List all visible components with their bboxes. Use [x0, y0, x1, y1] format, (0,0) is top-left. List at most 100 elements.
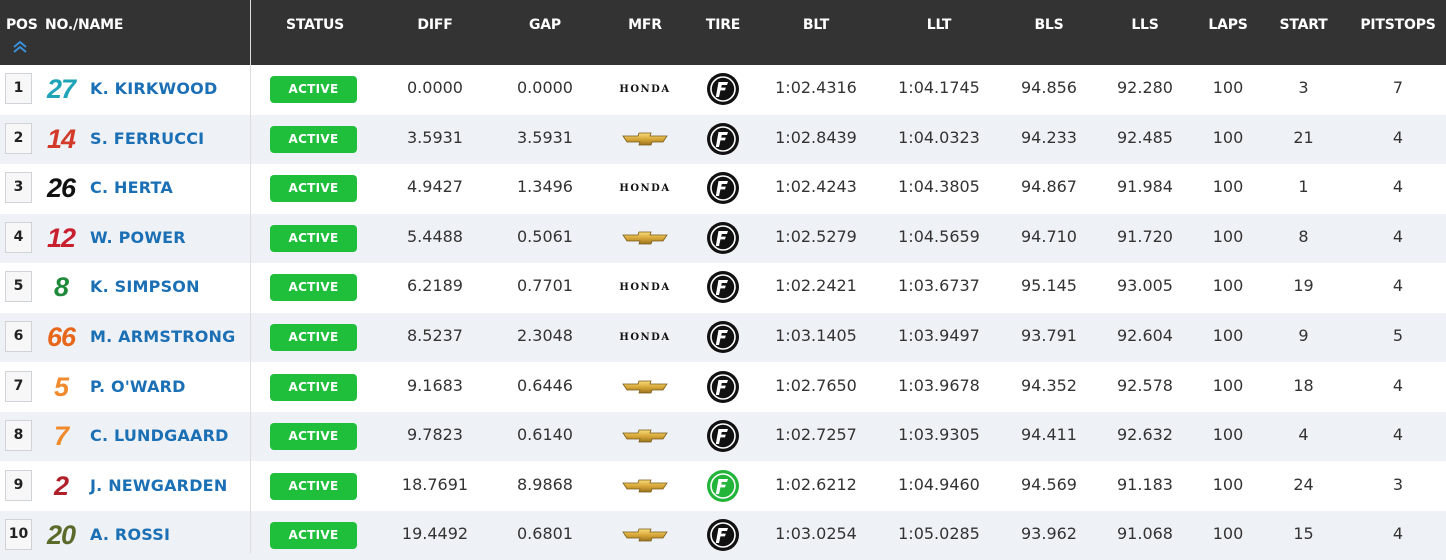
tire-primary-black-icon — [706, 518, 740, 552]
cell-diff: 5.4488 — [407, 226, 463, 246]
cell-bls: 94.233 — [1021, 127, 1077, 147]
table-row[interactable]: 2 14 S. FERRUCCI ACTIVE 3.5931 3.5931 1:02.843… — [0, 114, 1446, 164]
table-row[interactable]: 5 8 K. SIMPSON ACTIVE 6.2189 0.7701 1:02.2421 1… — [0, 263, 1446, 313]
cell-llt: 1:04.0323 — [898, 127, 980, 147]
cell-lls: 92.280 — [1117, 78, 1173, 97]
cell-lls: 92.485 — [1117, 127, 1173, 147]
cell-llt: 1:03.9678 — [898, 375, 980, 395]
cell-diff: 4.9427 — [407, 177, 463, 197]
cell-blt: 1:02.8439 — [775, 127, 857, 147]
cell-laps: 100 — [1212, 127, 1244, 147]
cell-lls: 92.604 — [1117, 326, 1173, 345]
header-diff[interactable]: DIFF — [395, 17, 475, 33]
driver-name-link[interactable]: J. NEWGARDEN — [90, 476, 227, 495]
driver-name-link[interactable]: S. FERRUCCI — [90, 129, 204, 148]
cell-laps: 100 — [1212, 78, 1244, 97]
cell-lls: 91.183 — [1117, 474, 1173, 494]
cell-diff: 9.7823 — [407, 425, 463, 445]
cell-llt: 1:04.5659 — [898, 226, 980, 246]
cell-lls: 92.578 — [1117, 375, 1173, 395]
cell-diff: 9.1683 — [407, 375, 463, 395]
header-tire[interactable]: TIRE — [697, 17, 749, 33]
header-mfr[interactable]: MFR — [610, 17, 680, 33]
status-badge: ACTIVE — [270, 274, 357, 302]
cell-blt: 1:02.2421 — [775, 276, 857, 296]
cell-laps: 100 — [1212, 425, 1244, 445]
tire-primary-black-icon — [706, 72, 740, 106]
status-badge: ACTIVE — [270, 324, 357, 351]
cell-blt: 1:02.7650 — [775, 375, 857, 395]
leaderboard-table: POS NO./NAME STATUS DIFF GAP MFR TIRE BL… — [0, 0, 1446, 560]
cell-start: 15 — [1293, 524, 1314, 544]
position-box: 9 — [5, 469, 32, 501]
cell-gap: 3.5931 — [517, 127, 573, 147]
cell-bls: 94.856 — [1021, 78, 1077, 97]
cell-lls: 91.068 — [1117, 524, 1173, 544]
sort-ascending-icon[interactable] — [12, 40, 28, 54]
cell-bls: 94.710 — [1021, 226, 1077, 246]
honda-logo-icon: HONDA — [610, 326, 680, 348]
honda-wordmark: HONDA — [619, 281, 671, 293]
cell-bls: 94.569 — [1021, 474, 1077, 494]
header-name[interactable]: NO./NAME — [45, 17, 123, 33]
cell-diff: 19.4492 — [401, 524, 469, 544]
driver-name-link[interactable]: A. ROSSI — [90, 525, 170, 544]
tire-primary-black-icon — [706, 320, 740, 354]
car-number: 5 — [53, 371, 69, 402]
header-pos[interactable]: POS — [6, 17, 38, 33]
cell-gap: 0.6446 — [517, 375, 573, 395]
cell-blt: 1:02.4243 — [775, 177, 857, 197]
honda-wordmark: HONDA — [619, 182, 671, 194]
driver-name-link[interactable]: K. KIRKWOOD — [90, 79, 217, 98]
cell-pitstops: 7 — [1392, 78, 1404, 97]
position-box: 3 — [5, 172, 32, 204]
driver-name-link[interactable]: C. LUNDGAARD — [90, 426, 229, 445]
table-row[interactable]: 9 2 J. NEWGARDEN ACTIVE 18.7691 8.9868 1:02.62… — [0, 461, 1446, 511]
cell-llt: 1:04.3805 — [898, 177, 980, 197]
cell-laps: 100 — [1212, 226, 1244, 246]
driver-name-link[interactable]: W. POWER — [90, 228, 186, 247]
cell-llt: 1:03.9497 — [898, 326, 980, 345]
honda-wordmark: HONDA — [619, 83, 671, 95]
table-row[interactable]: 1 27 K. KIRKWOOD ACTIVE 0.0000 0.0000 1:02.431… — [0, 65, 1446, 114]
cell-gap: 2.3048 — [517, 326, 573, 345]
table-row[interactable]: 3 26 C. HERTA ACTIVE 4.9427 1.3496 1:02.4243 1:… — [0, 164, 1446, 214]
driver-name-link[interactable]: C. HERTA — [90, 178, 173, 197]
status-badge: ACTIVE — [270, 224, 357, 252]
position-box: 6 — [5, 321, 32, 352]
driver-name-link[interactable]: P. O'WARD — [90, 377, 186, 396]
cell-gap: 1.3496 — [517, 177, 573, 197]
tire-primary-black-icon — [706, 370, 740, 404]
cell-gap: 0.6140 — [517, 425, 573, 445]
cell-gap: 0.5061 — [517, 226, 573, 246]
honda-logo-icon: HONDA — [610, 177, 680, 199]
header-llt[interactable]: LLT — [889, 17, 989, 33]
cell-start: 8 — [1298, 226, 1309, 246]
table-row[interactable]: 7 5 P. O'WARD ACTIVE 9.1683 0.6446 1:02.7650 1:… — [0, 362, 1446, 412]
position-box: 1 — [5, 73, 32, 104]
cell-bls: 94.352 — [1021, 375, 1077, 395]
header-status[interactable]: STATUS — [270, 17, 360, 33]
table-row[interactable]: 6 66 M. ARMSTRONG ACTIVE 8.5237 2.3048 1:03.14… — [0, 313, 1446, 362]
header-bls[interactable]: BLS — [1009, 17, 1089, 33]
cell-laps: 100 — [1212, 524, 1244, 544]
table-row[interactable]: 8 7 C. LUNDGAARD ACTIVE 9.7823 0.6140 1:02.725… — [0, 412, 1446, 462]
honda-wordmark: HONDA — [619, 331, 671, 343]
header-blt[interactable]: BLT — [766, 17, 866, 33]
cell-lls: 91.984 — [1117, 177, 1173, 197]
cell-laps: 100 — [1212, 326, 1244, 345]
header-lls[interactable]: LLS — [1105, 17, 1185, 33]
cell-pitstops: 4 — [1392, 177, 1404, 197]
header-pitstops[interactable]: PITSTOPS — [1356, 17, 1440, 33]
cell-bls: 93.791 — [1021, 326, 1077, 345]
status-badge: ACTIVE — [270, 373, 357, 401]
cell-start: 4 — [1298, 425, 1309, 445]
table-row[interactable]: 4 12 W. POWER ACTIVE 5.4488 0.5061 1:02.5279 1:… — [0, 213, 1446, 263]
driver-name-link[interactable]: M. ARMSTRONG — [90, 327, 235, 346]
header-start[interactable]: START — [1271, 17, 1336, 33]
header-laps[interactable]: LAPS — [1198, 17, 1258, 33]
driver-name-link[interactable]: K. SIMPSON — [90, 277, 200, 296]
car-number: 27 — [46, 74, 76, 104]
cell-gap: 0.6801 — [517, 524, 573, 544]
header-gap[interactable]: GAP — [505, 17, 585, 33]
